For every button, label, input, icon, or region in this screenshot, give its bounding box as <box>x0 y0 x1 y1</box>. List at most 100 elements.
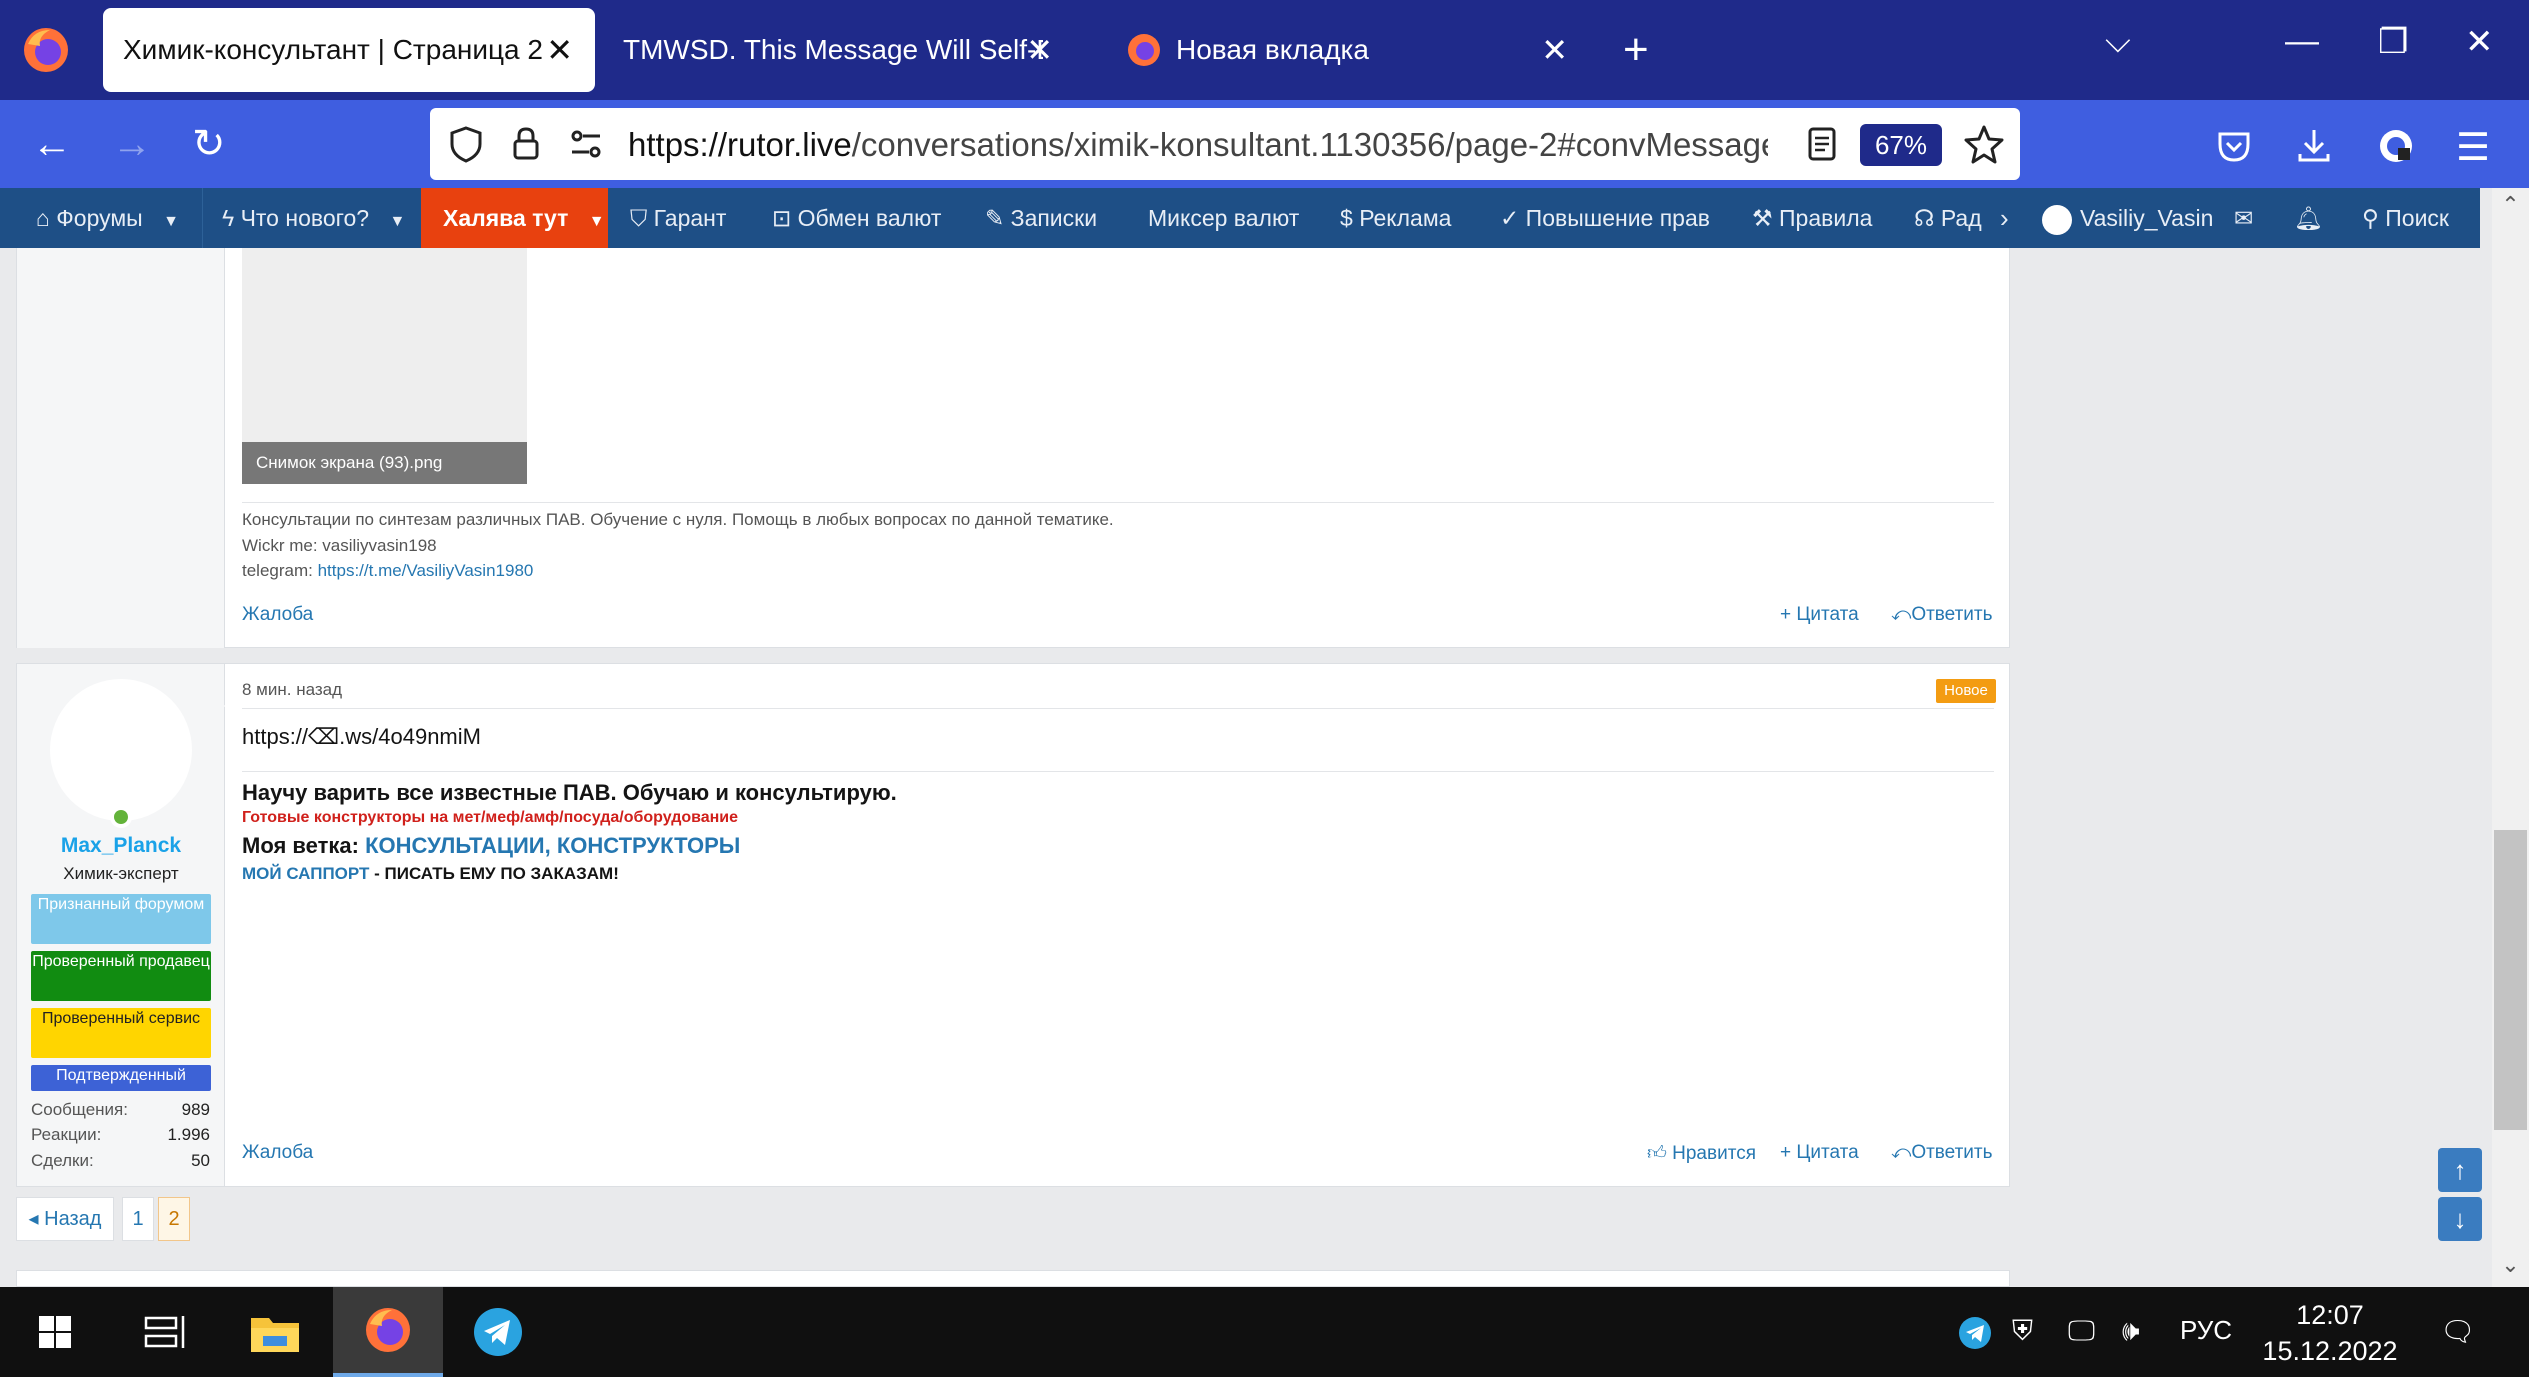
signature-line: Wickr me: vasiliyvasin198 <box>242 536 437 555</box>
stat-messages-label: Сообщения: <box>31 1100 128 1119</box>
pocket-icon[interactable] <box>2212 124 2256 168</box>
reply-label: Ответить <box>1911 604 1993 625</box>
tab-new[interactable]: Новая вкладка ✕ <box>1110 8 1590 92</box>
input-language[interactable]: РУС <box>2180 1315 2232 1346</box>
nav-radio[interactable]: ☊ Рад <box>1914 188 1984 248</box>
user-badge-confirmed: Подтвержденный <box>31 1065 211 1091</box>
nav-currency-exchange[interactable]: ⊡ Обмен валют <box>772 188 941 248</box>
alerts-bell-icon[interactable]: 🔔︎ <box>2294 188 2323 248</box>
lock-icon[interactable] <box>504 122 548 166</box>
reply-button[interactable]: ⤺Ответить <box>1891 604 1993 626</box>
bookmark-star-icon[interactable] <box>1962 122 2006 166</box>
online-status-icon <box>110 806 132 828</box>
nav-rules[interactable]: ⚒ Правила <box>1752 188 1872 248</box>
nav-guarantor[interactable]: ⛉ Гарант <box>630 188 726 248</box>
telegram-taskbar-icon[interactable] <box>443 1287 553 1377</box>
task-view-icon[interactable] <box>110 1287 220 1377</box>
clock-time: 12:07 <box>2296 1300 2364 1330</box>
branch-label: Моя ветка: <box>242 833 366 858</box>
firefox-menu-icon[interactable] <box>20 24 72 76</box>
quote-button[interactable]: + Цитата <box>1780 1142 1859 1164</box>
volume-icon[interactable]: 🕪︎ <box>2122 1315 2140 1348</box>
scrollbar-thumb[interactable] <box>2494 830 2527 1130</box>
signature-divider <box>242 502 1994 503</box>
signature-line: telegram: https://t.me/VasiliyVasin1980 <box>242 561 533 581</box>
nav-label: Форумы <box>56 205 143 231</box>
reader-view-icon[interactable] <box>1800 122 1844 166</box>
nav-user[interactable]: Vasiliy_Vasin <box>2042 188 2213 248</box>
post-username[interactable]: Max_Planck <box>17 834 225 858</box>
scroll-up-icon[interactable]: ⌃ <box>2494 192 2527 218</box>
tab-list-chevron-icon[interactable]: ⌵ <box>2105 22 2131 61</box>
post-timestamp[interactable]: 8 мин. назад <box>242 680 342 700</box>
back-arrow-icon[interactable]: ← <box>32 118 72 170</box>
windows-start-icon[interactable] <box>0 1287 110 1377</box>
user-avatar[interactable] <box>50 679 192 821</box>
hamburger-menu-icon[interactable]: ☰ <box>2456 122 2490 174</box>
telegram-tray-icon[interactable] <box>1957 1315 1993 1358</box>
tab-close-icon[interactable]: ✕ <box>1541 31 1568 69</box>
tab-active[interactable]: Химик-консультант | Страница 2 | Rutor ✕ <box>103 8 595 92</box>
reload-icon[interactable]: ↻ <box>192 118 226 170</box>
message-post-latest: Max_Planck Химик-эксперт Признанный фору… <box>16 663 2010 1187</box>
tab-close-icon[interactable]: ✕ <box>1026 31 1053 69</box>
url-text[interactable]: https://rutor.live/conversations/ximik-k… <box>628 126 1768 164</box>
quote-button[interactable]: + Цитата <box>1780 604 1859 626</box>
report-link[interactable]: Жалоба <box>242 604 313 626</box>
restore-button[interactable]: ❐ <box>2378 22 2408 62</box>
firefox-icon <box>1128 34 1160 66</box>
scroll-to-bottom-button[interactable]: ↓ <box>2438 1197 2482 1241</box>
url-bar[interactable]: https://rutor.live/conversations/ximik-k… <box>430 108 2020 180</box>
tab-close-icon[interactable]: ✕ <box>546 31 573 69</box>
notifications-icon[interactable]: 🗨︎ <box>2440 1315 2476 1348</box>
minimize-button[interactable]: — <box>2285 22 2319 61</box>
new-tab-button[interactable]: + <box>1623 24 1649 76</box>
nav-scroll-right-icon[interactable]: › <box>2000 188 2009 248</box>
security-tray-icon[interactable]: ⛨ <box>2012 1315 2033 1348</box>
downloads-icon[interactable] <box>2292 124 2336 168</box>
pagination-page-2[interactable]: 2 <box>158 1197 190 1241</box>
branch-link[interactable]: КОНСУЛЬТАЦИИ, КОНСТРУКТОРЫ <box>365 833 740 858</box>
nav-freebies[interactable]: Халява тут ▼ <box>421 188 608 248</box>
tab-title: Химик-консультант | Страница 2 | Rutor <box>123 34 543 65</box>
forward-arrow-icon[interactable]: → <box>112 118 152 170</box>
support-link[interactable]: МОЙ САППОРТ <box>242 864 369 883</box>
telegram-link[interactable]: https://t.me/VasiliyVasin1980 <box>318 561 534 580</box>
nav-search[interactable]: ⚲ Поиск <box>2362 188 2449 248</box>
attachment-filename[interactable]: Снимок экрана (93).png <box>242 442 527 484</box>
stat-messages-value: 989 <box>181 1100 210 1119</box>
nav-label: Правила <box>1779 205 1873 231</box>
nav-label: Рад <box>1940 205 1982 231</box>
browser-tab-strip: Химик-консультант | Страница 2 | Rutor ✕… <box>0 0 2529 100</box>
firefox-taskbar-icon[interactable] <box>333 1287 443 1377</box>
scroll-to-top-button[interactable]: ↑ <box>2438 1148 2482 1192</box>
url-path: /conversations/ximik-konsultant.1130356/… <box>851 126 1768 163</box>
inbox-icon[interactable]: ✉ <box>2234 188 2253 248</box>
tab-tmwsd[interactable]: TMWSD. This Message Will Self-Destruct ✕ <box>605 8 1075 92</box>
like-button[interactable]: 👍︎ Нравится <box>1647 1142 1756 1165</box>
network-icon[interactable]: 🖵︎ <box>2068 1315 2095 1348</box>
support-text: - ПИСАТЬ ЕМУ ПО ЗАКАЗАМ! <box>369 864 619 883</box>
report-link[interactable]: Жалоба <box>242 1142 313 1164</box>
permissions-icon[interactable] <box>564 122 608 166</box>
scroll-down-icon[interactable]: ⌄ <box>2494 1252 2527 1278</box>
tab-title: TMWSD. This Message Will Self-Destruct <box>623 34 1043 65</box>
nav-rank-upgrade[interactable]: ✓ Повышение прав <box>1500 188 1710 248</box>
file-explorer-icon[interactable] <box>220 1287 330 1377</box>
extension-icon[interactable] <box>2374 124 2418 168</box>
nav-whats-new[interactable]: ϟ Что нового? ▼ <box>222 188 405 248</box>
signature-support: МОЙ САППОРТ - ПИСАТЬ ЕМУ ПО ЗАКАЗАМ! <box>242 864 619 884</box>
nav-currency-mixer[interactable]: Миксер валют <box>1148 188 1299 248</box>
nav-forums[interactable]: ⌂ Форумы ▼ <box>36 188 179 248</box>
nav-advertising[interactable]: $ Реклама <box>1340 188 1451 248</box>
pagination-back-button[interactable]: ◂ Назад <box>16 1197 114 1241</box>
close-window-button[interactable]: ✕ <box>2465 22 2494 62</box>
user-title: Химик-эксперт <box>63 864 179 883</box>
pagination-page-1[interactable]: 1 <box>122 1197 154 1241</box>
nav-label: Повышение прав <box>1525 205 1710 231</box>
nav-notes[interactable]: ✎ Записки <box>985 188 1097 248</box>
zoom-level-badge[interactable]: 67% <box>1860 124 1942 166</box>
system-clock[interactable]: 12:07 15.12.2022 <box>2260 1297 2400 1369</box>
shield-icon[interactable] <box>444 122 488 166</box>
reply-button[interactable]: ⤺Ответить <box>1891 1142 1993 1164</box>
